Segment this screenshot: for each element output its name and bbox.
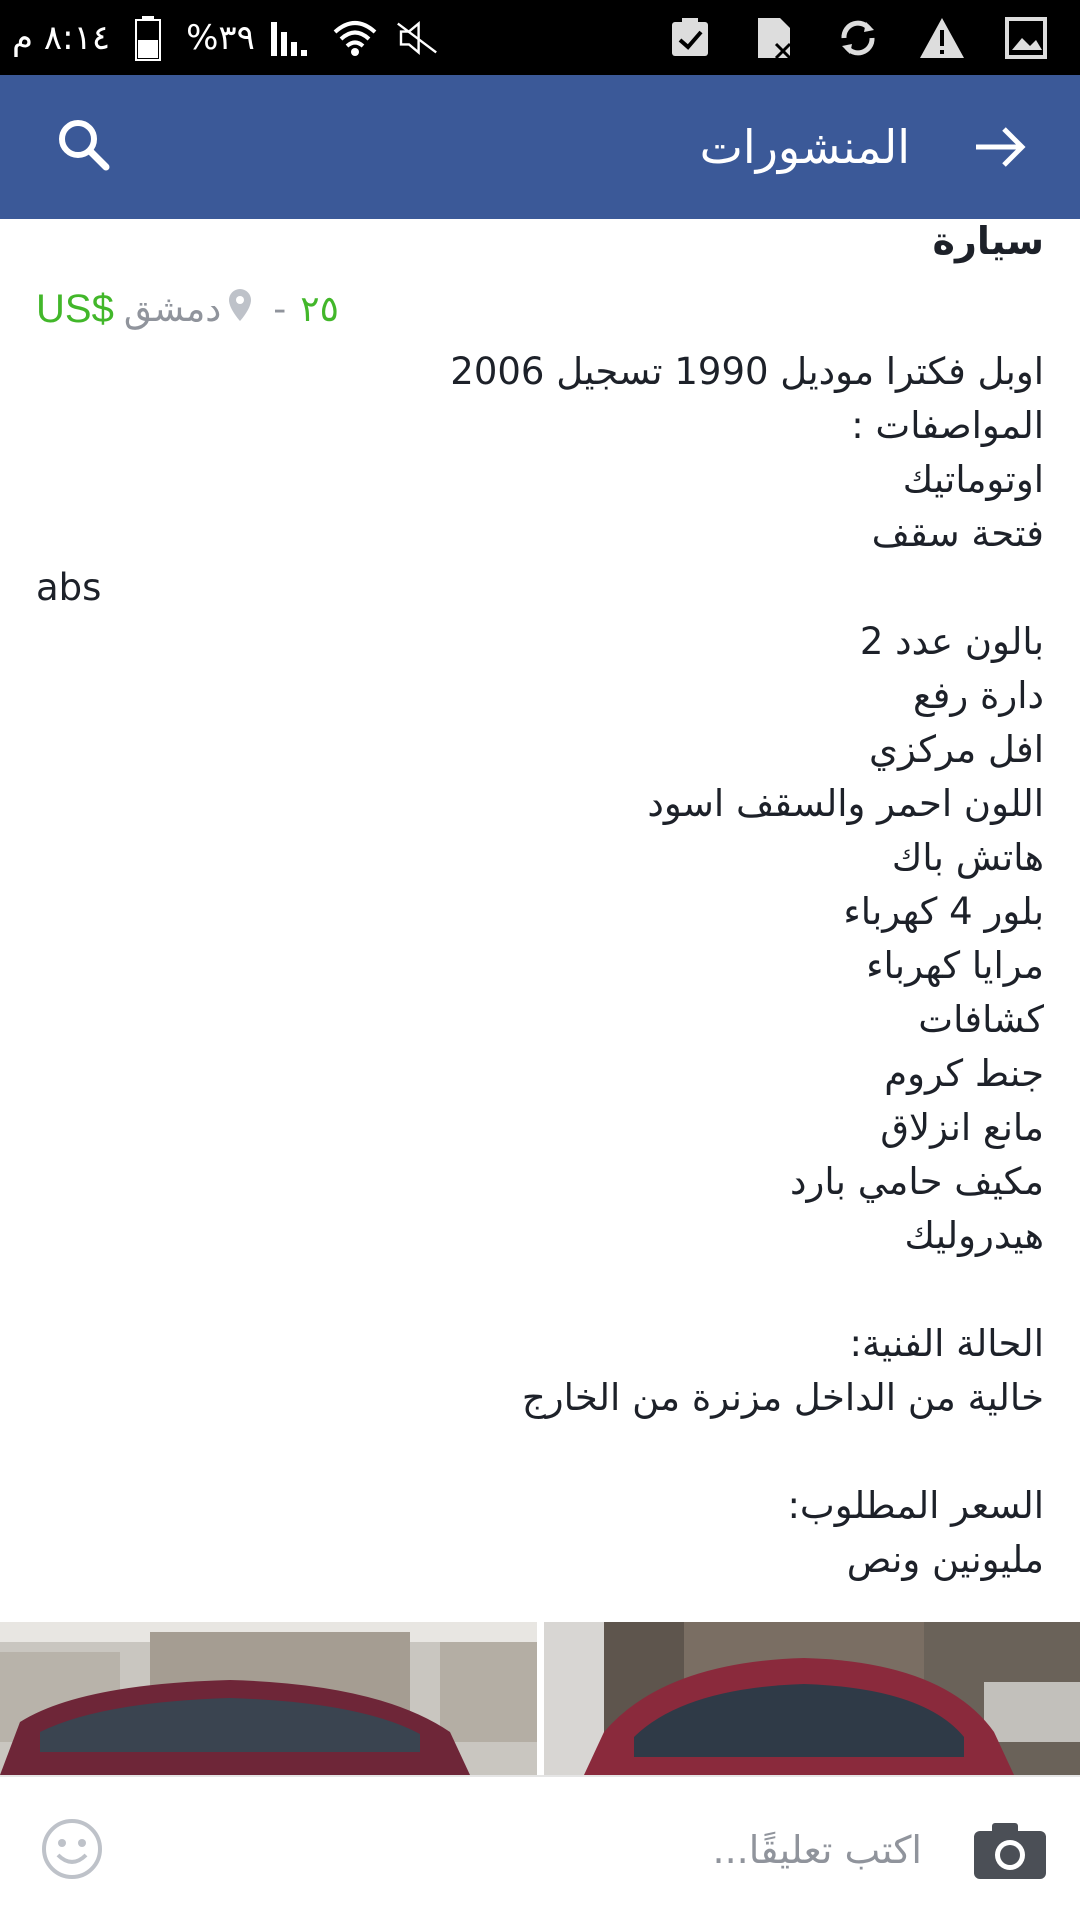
car-photo-right[interactable] — [544, 1622, 1080, 1775]
post-title: سيارة — [932, 219, 1044, 263]
clipboard-icon — [666, 14, 714, 62]
body-line: المواصفات : — [851, 404, 1044, 447]
sync-icon — [834, 14, 882, 62]
meta-separator: - — [273, 288, 287, 330]
body-line: خالية من الداخل مزنرة من الخارج — [521, 1376, 1044, 1419]
car-photo-left[interactable] — [0, 1622, 537, 1775]
signal-icon — [269, 14, 317, 62]
post-body: اوبل فكترا موديل 1990 تسجيل 2006 المواصف… — [36, 345, 1044, 1587]
post-meta: US$ دمشق - ٢٥ — [36, 279, 339, 339]
app-bar: المنشورات — [0, 75, 1080, 219]
comment-bar — [0, 1775, 1080, 1922]
mute-icon — [393, 14, 441, 62]
status-time: ٨:١٤ م — [12, 17, 111, 58]
body-line: بالون عدد 2 — [859, 620, 1044, 663]
search-icon[interactable] — [52, 113, 116, 177]
post-price: US$ — [36, 286, 114, 331]
arrow-right-icon[interactable] — [968, 115, 1032, 179]
body-line: الحالة الفنية: — [849, 1322, 1045, 1365]
status-bar: ٨:١٤ م %٣٩ — [0, 0, 1080, 75]
battery-icon — [124, 14, 172, 62]
body-line: مرايا كهرباء — [866, 944, 1044, 987]
body-line: اوبل فكترا موديل 1990 تسجيل 2006 — [450, 350, 1044, 393]
battery-percent: %٣٩ — [186, 17, 255, 58]
comment-input[interactable] — [140, 1807, 932, 1893]
location-pin-icon — [227, 287, 253, 332]
body-line: كشافات — [918, 998, 1044, 1041]
post-time: ٢٥ — [300, 288, 339, 330]
body-line: مكيف حامي بارد — [790, 1160, 1044, 1203]
body-line: هاتش باك — [891, 836, 1044, 879]
body-line: السعر المطلوب: — [787, 1484, 1044, 1527]
body-line: مليونين ونص — [846, 1538, 1044, 1581]
body-line: مانع انزلاق — [880, 1106, 1044, 1149]
gallery-icon — [1002, 14, 1050, 62]
status-right — [666, 0, 1050, 75]
sim-icon — [750, 14, 798, 62]
body-line: اللون احمر والسقف اسود — [647, 782, 1044, 825]
body-line: فتحة سقف — [871, 512, 1044, 555]
warning-icon — [918, 14, 966, 62]
body-line: جنط كروم — [884, 1052, 1044, 1095]
body-line: abs — [36, 566, 102, 609]
body-line — [36, 1425, 1044, 1479]
wifi-icon — [331, 14, 379, 62]
body-line — [36, 1263, 1044, 1317]
body-line: هيدروليك — [904, 1214, 1044, 1257]
body-line: دارة رفع — [912, 674, 1044, 717]
status-left: ٨:١٤ م %٣٩ — [12, 0, 441, 75]
page-title: المنشورات — [699, 120, 910, 174]
body-line: اوتوماتيك — [902, 458, 1044, 501]
photo-strip — [0, 1622, 1080, 1775]
smiley-icon[interactable] — [40, 1817, 104, 1881]
camera-icon[interactable] — [972, 1821, 1048, 1881]
body-line: بلور 4 كهرباء — [843, 890, 1044, 933]
post-location[interactable]: دمشق — [124, 289, 221, 330]
body-line: افل مركزي — [869, 728, 1044, 771]
